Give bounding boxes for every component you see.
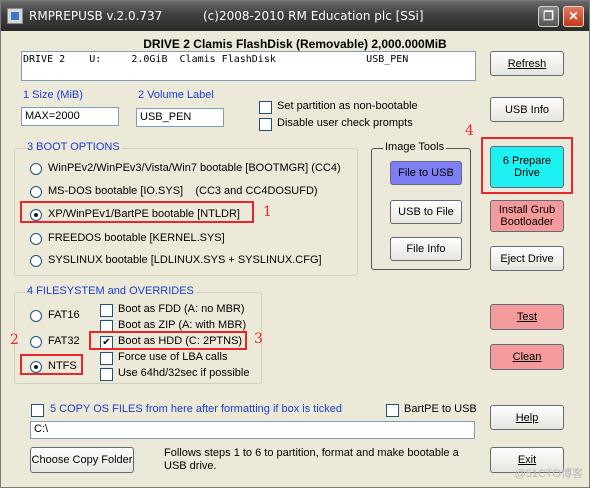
install-grub-label-2: Bootloader xyxy=(500,216,554,228)
file-info-button[interactable]: File Info xyxy=(390,237,462,261)
usb-info-button[interactable]: USB Info xyxy=(490,97,564,122)
footer-hint: Follows steps 1 to 6 to partition, forma… xyxy=(164,447,459,472)
refresh-label: Refresh xyxy=(507,57,547,70)
copyright-text: (c)2008-2010 RM Education plc [SSi] xyxy=(203,9,424,23)
eject-drive-button[interactable]: Eject Drive xyxy=(490,246,564,271)
filesystem-title: 4 FILESYSTEM and OVERRIDES xyxy=(25,285,196,297)
choose-copy-folder-button[interactable]: Choose Copy Folder xyxy=(30,447,134,473)
drive-list-row[interactable]: DRIVE 2 U: 2.0GiB Clamis FlashDisk USB_P… xyxy=(23,53,474,66)
refresh-button[interactable]: Refresh xyxy=(490,51,564,76)
title-bar[interactable]: RMPREPUSB v.2.0.737 (c)2008-2010 RM Educ… xyxy=(1,1,589,31)
boot-fdd-label: Boot as FDD (A: no MBR) xyxy=(118,303,245,315)
drive-list[interactable]: DRIVE 2 U: 2.0GiB Clamis FlashDisk USB_P… xyxy=(21,51,476,81)
boot-option-freedos-radio[interactable] xyxy=(30,233,42,245)
file-to-usb-button[interactable]: File to USB xyxy=(390,161,462,185)
file-info-label: File Info xyxy=(406,243,446,255)
file-to-usb-label: File to USB xyxy=(398,167,454,179)
bartpe-checkbox[interactable] xyxy=(386,404,399,417)
drive-title: DRIVE 2 Clamis FlashDisk (Removable) 2,0… xyxy=(143,37,447,51)
test-button[interactable]: Test xyxy=(490,304,564,330)
close-button[interactable]: ✕ xyxy=(563,6,584,27)
watermark: @51CTO博客 xyxy=(514,468,583,480)
disable-prompts-checkbox[interactable] xyxy=(259,118,272,131)
fat16-label: FAT16 xyxy=(48,309,80,321)
app-name: RMPREPUSB v.2.0.737 xyxy=(29,9,163,23)
restore-button[interactable]: ❐ xyxy=(538,6,559,27)
force-lba-checkbox[interactable] xyxy=(100,352,113,365)
usb-to-file-button[interactable]: USB to File xyxy=(390,200,462,224)
size-input[interactable]: MAX=2000 xyxy=(21,107,119,126)
annotation-number-4: 4 xyxy=(465,123,474,139)
choose-copy-folder-label: Choose Copy Folder xyxy=(31,454,133,466)
copy-os-files-label: 5 COPY OS FILES from here after formatti… xyxy=(50,403,343,415)
boot-option-bootmgr-radio[interactable] xyxy=(30,163,42,175)
boot-fdd-checkbox[interactable] xyxy=(100,304,113,317)
boot-option-syslinux-radio[interactable] xyxy=(30,255,42,267)
size-label: 1 Size (MiB) xyxy=(23,89,83,101)
boot-options-title: 3 BOOT OPTIONS xyxy=(25,141,122,153)
eject-drive-label: Eject Drive xyxy=(500,252,554,265)
usb-info-label: USB Info xyxy=(504,103,550,116)
fat16-radio[interactable] xyxy=(30,310,42,322)
annotation-number-2: 2 xyxy=(10,332,19,348)
use-64hd-checkbox[interactable] xyxy=(100,368,113,381)
help-label: Help xyxy=(515,411,539,424)
fat32-label: FAT32 xyxy=(48,335,80,347)
annotation-number-3: 3 xyxy=(254,331,263,347)
annotation-number-1: 1 xyxy=(263,204,272,220)
test-label: Test xyxy=(516,311,538,323)
annotation-box-ntfs xyxy=(20,354,83,375)
image-tools-title: Image Tools xyxy=(383,141,447,153)
boot-option-msdos-radio[interactable] xyxy=(30,186,42,198)
bartpe-label: BartPE to USB xyxy=(404,403,477,415)
help-button[interactable]: Help xyxy=(490,405,564,430)
volume-label-input[interactable]: USB_PEN xyxy=(136,108,224,127)
annotation-box-boot-option xyxy=(20,201,254,223)
annotation-box-prepare xyxy=(481,137,573,194)
install-grub-button[interactable]: Install Grub Bootloader xyxy=(490,200,564,232)
boot-option-msdos-label: MS-DOS bootable [IO.SYS] (CC3 and CC4DOS… xyxy=(48,185,318,197)
boot-option-freedos-label: FREEDOS bootable [KERNEL.SYS] xyxy=(48,232,225,244)
usb-to-file-label: USB to File xyxy=(398,206,454,218)
clean-button[interactable]: Clean xyxy=(490,344,564,370)
non-bootable-label: Set partition as non-bootable xyxy=(277,100,418,112)
volume-label-label: 2 Volume Label xyxy=(138,89,214,101)
non-bootable-checkbox[interactable] xyxy=(259,101,272,114)
use-64hd-label: Use 64hd/32sec if possible xyxy=(118,367,250,379)
force-lba-label: Force use of LBA calls xyxy=(118,351,228,363)
clean-label: Clean xyxy=(512,351,542,363)
copy-path-input[interactable]: C:\ xyxy=(30,421,475,439)
boot-option-syslinux-label: SYSLINUX bootable [LDLINUX.SYS + SYSLINU… xyxy=(48,254,322,266)
boot-zip-label: Boot as ZIP (A: with MBR) xyxy=(118,319,247,331)
boot-option-bootmgr-label: WinPEv2/WinPEv3/Vista/Win7 bootable [BOO… xyxy=(48,162,341,174)
app-icon xyxy=(7,8,23,24)
fat32-radio[interactable] xyxy=(30,336,42,348)
annotation-box-boot-hdd xyxy=(89,331,247,350)
rmprepusb-window: RMPREPUSB v.2.0.737 (c)2008-2010 RM Educ… xyxy=(0,0,590,488)
install-grub-label-1: Install Grub xyxy=(498,204,556,216)
disable-prompts-label: Disable user check prompts xyxy=(277,117,413,129)
copy-os-files-checkbox[interactable] xyxy=(31,404,44,417)
